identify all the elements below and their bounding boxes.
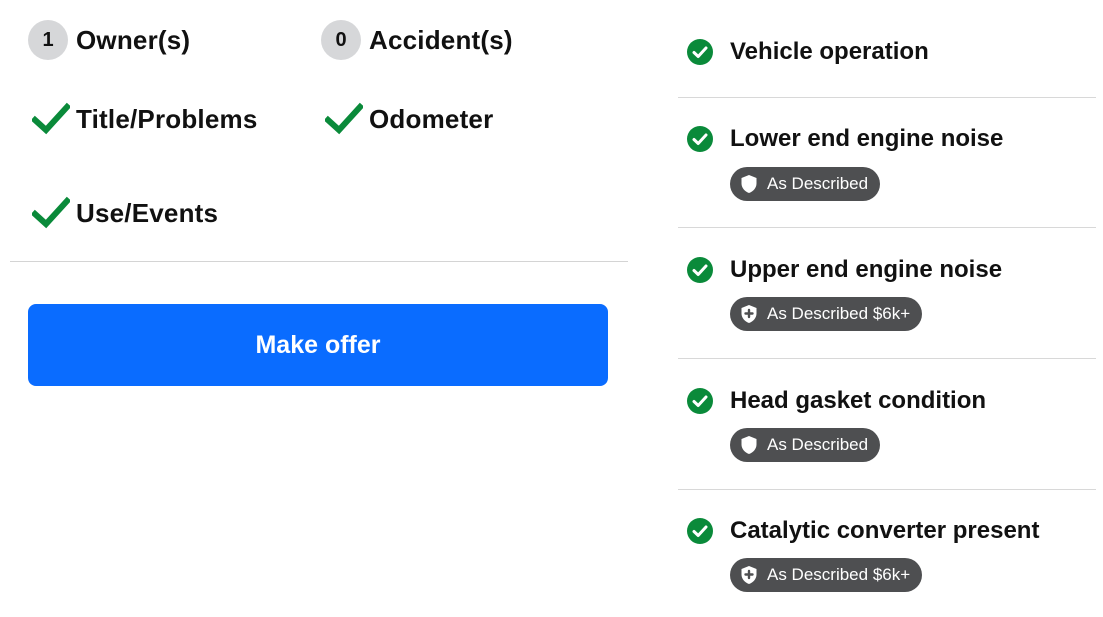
title-problems-label: Title/Problems (76, 103, 258, 134)
use-events-label: Use/Events (76, 197, 219, 228)
as-described-badge: As Described (730, 428, 881, 462)
checkmark-icon (325, 102, 363, 135)
use-events-item: Use/Events (32, 191, 218, 235)
checkmark-icon (32, 102, 70, 135)
as-described-plus-badge: As Described $6k+ (730, 558, 923, 592)
check-circle-icon (687, 518, 713, 544)
owners-item: 1 Owner(s) (28, 18, 190, 62)
check-label: Head gasket condition (730, 387, 987, 414)
check-row-head: Lower end engine noise (686, 125, 1003, 153)
check-row-head: Upper end engine noise (686, 256, 1002, 284)
make-offer-button[interactable]: Make offer (28, 304, 608, 386)
shield-icon (741, 436, 757, 454)
check-label: Upper end engine noise (730, 256, 1003, 283)
check-circle-icon (687, 126, 713, 152)
badge-label: As Described $6k+ (767, 565, 911, 584)
check-row-head: Catalytic converter present (686, 517, 1039, 545)
check-label: Vehicle operation (730, 38, 929, 65)
odometer-label: Odometer (369, 103, 494, 134)
check-label: Lower end engine noise (730, 125, 1004, 152)
as-described-plus-badge: As Described $6k+ (730, 297, 923, 331)
check-row-head: Head gasket condition (686, 387, 986, 415)
shield-icon (741, 175, 757, 193)
odometer-item: Odometer (325, 97, 493, 141)
badge-label: As Described (767, 174, 869, 193)
badge-label: As Described (767, 435, 869, 454)
row-divider (678, 227, 1096, 228)
owners-label: Owner(s) (76, 24, 191, 55)
row-divider (678, 489, 1096, 490)
accidents-count-badge: 0 (321, 20, 361, 60)
accidents-item: 0 Accident(s) (321, 18, 513, 62)
check-circle-icon (687, 388, 713, 414)
row-divider (678, 97, 1096, 98)
title-problems-item: Title/Problems (32, 97, 258, 141)
shield-plus-icon (741, 305, 757, 323)
owners-count-badge: 1 (28, 20, 68, 60)
check-label: Catalytic converter present (730, 517, 1040, 544)
vehicle-history-summary: 1 Owner(s) 0 Accident(s) Title/Problems … (0, 0, 630, 262)
checkmark-icon (32, 196, 70, 229)
as-described-badge: As Described (730, 167, 881, 201)
check-row-head: Vehicle operation (686, 38, 929, 66)
section-divider (10, 261, 628, 262)
check-circle-icon (687, 257, 713, 283)
shield-plus-icon (741, 566, 757, 584)
check-circle-icon (687, 39, 713, 65)
accidents-label: Accident(s) (369, 24, 513, 55)
badge-label: As Described $6k+ (767, 304, 911, 323)
row-divider (678, 358, 1096, 359)
